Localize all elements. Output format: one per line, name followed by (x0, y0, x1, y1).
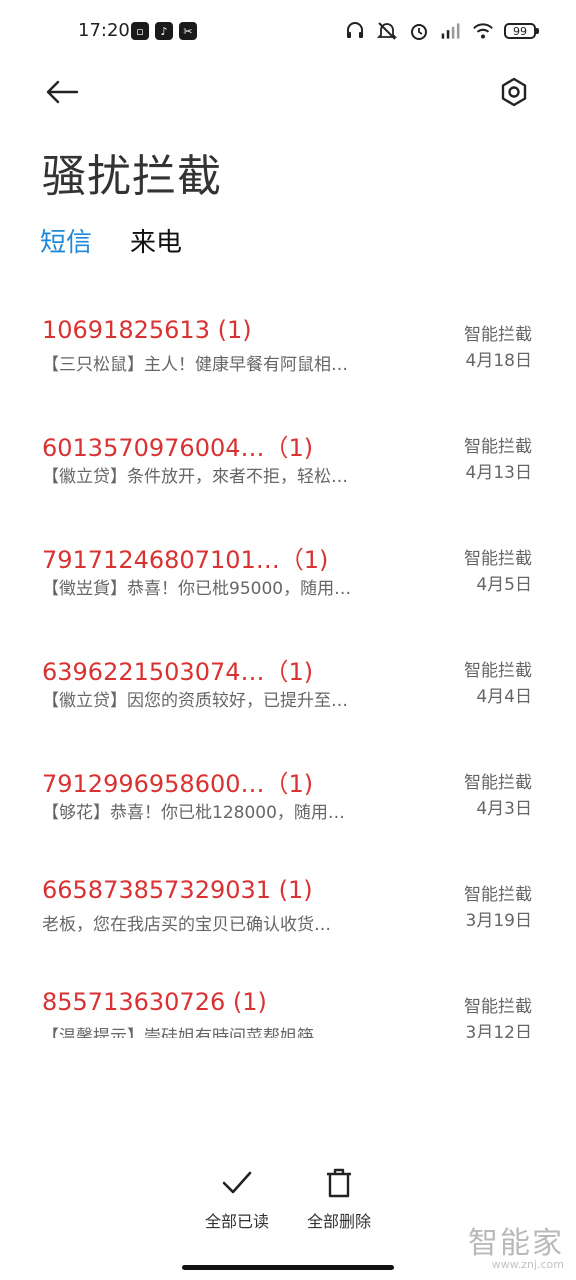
page-title: 骚扰拦截 (42, 151, 222, 202)
headphones-icon (344, 20, 366, 42)
message-date: 4月5日 (476, 575, 532, 595)
status-bar: 17:20 ▫ ♪ ✂ 99 (0, 0, 576, 64)
back-arrow-icon (46, 80, 79, 104)
message-date: 4月4日 (476, 687, 532, 707)
list-item[interactable]: 855713630726 (1) 【温馨提示】崇硅姐有時间菜帮姐筷 智能拦截 3… (0, 980, 576, 1038)
settings-button[interactable] (494, 72, 534, 112)
message-sender: 79171246807101…（1) (42, 546, 329, 574)
status-right-icons: 99 (344, 20, 539, 42)
mi-app-icon: ▫ (131, 22, 149, 40)
message-date: 4月13日 (465, 463, 532, 483)
settings-hexagon-icon (501, 77, 527, 107)
mute-bell-icon (376, 20, 398, 42)
list-item[interactable]: 79171246807101…（1) 【徵岦貨】恭喜！你已枇95000，随用… … (0, 532, 576, 632)
message-sender: 6396221503074…（1) (42, 658, 314, 686)
delete-all-label: 全部删除 (306, 1212, 371, 1231)
message-date: 3月12日 (465, 1023, 532, 1038)
battery-indicator: 99 (504, 23, 539, 39)
message-preview: 【徽立贷】条件放开，來者不拒，轻松… (42, 467, 348, 487)
blocked-message-list[interactable]: 10691825613 (1) 【三只松鼠】主人！健康早餐有阿鼠相… 智能拦截 … (0, 308, 576, 1038)
block-reason-tag: 智能拦截 (464, 997, 532, 1017)
tab-sms[interactable]: 短信 (40, 222, 92, 259)
tab-bar: 短信 来电 (40, 222, 182, 259)
wifi-icon (472, 20, 494, 42)
message-preview: 【温馨提示】崇硅姐有時间菜帮姐筷 (42, 1027, 314, 1038)
message-date: 3月19日 (465, 911, 532, 931)
block-reason-tag: 智能拦截 (464, 773, 532, 793)
capcut-icon: ✂ (179, 22, 197, 40)
message-sender: 7912996958600…（1) (42, 770, 314, 798)
message-sender: 855713630726 (1) (42, 988, 267, 1016)
home-indicator[interactable] (182, 1265, 394, 1270)
block-reason-tag: 智能拦截 (464, 325, 532, 345)
message-sender: 665873857329031 (1) (42, 876, 313, 904)
list-item[interactable]: 6013570976004…（1) 【徽立贷】条件放开，來者不拒，轻松… 智能拦… (0, 420, 576, 520)
message-preview: 【够花】恭喜！你已枇128000，随用… (42, 803, 345, 823)
tab-calls[interactable]: 来电 (130, 222, 182, 259)
list-item[interactable]: 665873857329031 (1) 老板，您在我店买的宝贝已确认收货… 智能… (0, 868, 576, 968)
delete-all-button[interactable]: 全部删除 (284, 1166, 394, 1232)
trash-icon (322, 1166, 356, 1200)
message-preview: 老板，您在我店买的宝贝已确认收货… (42, 915, 331, 935)
message-preview: 【徽立贷】因您的资质较好，已提升至… (42, 691, 348, 711)
message-preview: 【徵岦貨】恭喜！你已枇95000，随用… (42, 579, 352, 599)
hd-signal-icon (440, 20, 462, 42)
block-reason-tag: 智能拦截 (464, 885, 532, 905)
mark-all-read-label: 全部已读 (204, 1212, 269, 1231)
block-reason-tag: 智能拦截 (464, 549, 532, 569)
list-item[interactable]: 6396221503074…（1) 【徽立贷】因您的资质较好，已提升至… 智能拦… (0, 644, 576, 744)
message-date: 4月3日 (476, 799, 532, 819)
message-sender: 6013570976004…（1) (42, 434, 314, 462)
block-reason-tag: 智能拦截 (464, 437, 532, 457)
message-preview: 【三只松鼠】主人！健康早餐有阿鼠相… (42, 355, 348, 375)
mark-all-read-button[interactable]: 全部已读 (182, 1166, 292, 1232)
message-sender: 10691825613 (1) (42, 316, 252, 344)
list-item[interactable]: 10691825613 (1) 【三只松鼠】主人！健康早餐有阿鼠相… 智能拦截 … (0, 308, 576, 408)
watermark-text: 智能家 (468, 1226, 564, 1261)
alarm-icon (408, 20, 430, 42)
status-app-icons: ▫ ♪ ✂ (131, 22, 197, 40)
status-time: 17:20 (78, 20, 130, 41)
block-reason-tag: 智能拦截 (464, 661, 532, 681)
message-date: 4月18日 (465, 351, 532, 371)
list-item[interactable]: 7912996958600…（1) 【够花】恭喜！你已枇128000，随用… 智… (0, 756, 576, 856)
tiktok-icon: ♪ (155, 22, 173, 40)
back-button[interactable] (42, 72, 82, 112)
checkmark-icon (220, 1166, 254, 1200)
watermark: 智能家 www.znj.com (468, 1218, 564, 1271)
